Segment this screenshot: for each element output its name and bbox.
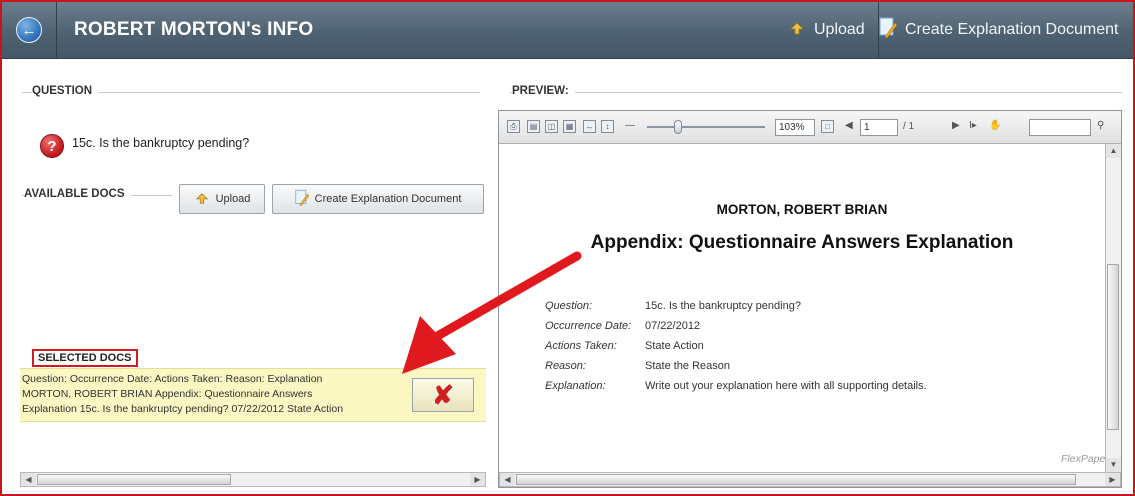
back-button[interactable]: ← <box>2 2 57 58</box>
preview-divider <box>510 92 1122 93</box>
select-text-icon[interactable]: I▸ <box>969 120 977 131</box>
fullscreen-icon[interactable]: □ <box>821 120 834 133</box>
fit-height-icon[interactable]: ↕ <box>601 120 614 133</box>
preview-caption: PREVIEW: <box>512 85 575 97</box>
page-number-input[interactable]: 1 <box>860 119 898 136</box>
doc-row-key: Actions Taken: <box>545 340 617 352</box>
upload-icon <box>788 20 806 41</box>
doc-row-value: 15c. Is the bankruptcy pending? <box>645 300 801 312</box>
scroll-down-arrow-icon[interactable]: ▼ <box>1106 458 1121 472</box>
thumbnail-icon[interactable]: ▦ <box>563 120 576 133</box>
remove-doc-button[interactable]: ✘ <box>412 378 474 412</box>
scroll-left-arrow-icon[interactable]: ◀ <box>500 473 515 486</box>
zoom-slider-track[interactable] <box>647 126 765 128</box>
two-page-icon[interactable]: ◫ <box>545 120 558 133</box>
document-page: MORTON, ROBERT BRIAN Appendix: Questionn… <box>499 144 1109 472</box>
selected-doc-line: Explanation 15c. Is the bankruptcy pendi… <box>22 403 344 415</box>
header-upload-button[interactable]: Upload <box>788 2 879 58</box>
zoom-input[interactable]: 103% <box>775 119 815 136</box>
scrollbar-thumb[interactable] <box>1107 264 1119 430</box>
doc-row-value: 07/22/2012 <box>645 320 701 332</box>
document-viewer: ⎙ ▤ ◫ ▦ ↔ ↕ — 103% □ ◀ 1 / 1 ▶ I▸ ✋ ⚲ MO… <box>498 110 1122 488</box>
search-icon[interactable]: ⚲ <box>1097 120 1104 131</box>
scroll-up-arrow-icon[interactable]: ▲ <box>1106 144 1121 158</box>
header-create-explanation-button[interactable]: Create Explanation Document <box>879 2 1133 58</box>
viewer-horizontal-scrollbar[interactable]: ◀ ▶ <box>499 472 1121 487</box>
document-title: Appendix: Questionnaire Answers Explanat… <box>590 232 1014 253</box>
scroll-right-arrow-icon[interactable]: ▶ <box>1105 473 1120 486</box>
upload-button-label: Upload <box>215 193 251 205</box>
doc-row-occurrence-date: Occurrence Date: 07/22/2012 <box>545 320 700 332</box>
selected-doc-item[interactable]: Question: Occurrence Date: Actions Taken… <box>22 372 402 417</box>
create-explanation-button[interactable]: Create Explanation Document <box>272 184 484 214</box>
doc-row-key: Occurrence Date: <box>545 320 632 332</box>
scrollbar-thumb[interactable] <box>37 474 231 485</box>
doc-row-value: State the Reason <box>645 360 731 372</box>
available-docs-caption: AVAILABLE DOCS <box>24 188 131 200</box>
header-upload-label: Upload <box>814 21 865 38</box>
viewer-vertical-scrollbar[interactable]: ▲ ▼ <box>1105 144 1121 472</box>
doc-row-explanation: Explanation: Write out your explanation h… <box>545 380 927 392</box>
zoom-out-icon[interactable]: — <box>625 120 635 131</box>
question-text: 15c. Is the bankruptcy pending? <box>72 136 250 150</box>
document-person-name: MORTON, ROBERT BRIAN <box>716 202 888 217</box>
flexpaper-watermark: FlexPaper <box>1061 453 1109 465</box>
selected-doc-line: Question: Occurrence Date: Actions Taken… <box>22 373 323 385</box>
page-total: / 1 <box>903 121 915 132</box>
hand-tool-icon[interactable]: ✋ <box>989 120 1001 131</box>
question-mark-icon: ? <box>40 134 64 158</box>
document-edit-icon <box>295 189 309 210</box>
document-edit-icon <box>879 17 898 44</box>
viewer-toolbar: ⎙ ▤ ◫ ▦ ↔ ↕ — 103% □ ◀ 1 / 1 ▶ I▸ ✋ ⚲ <box>499 111 1121 144</box>
page-title: ROBERT MORTON's INFO <box>74 19 314 40</box>
upload-button[interactable]: Upload <box>179 184 265 214</box>
fit-width-icon[interactable]: ↔ <box>583 120 596 133</box>
viewer-search-input[interactable] <box>1029 119 1091 136</box>
doc-row-key: Explanation: <box>545 380 606 392</box>
doc-row-value: State Action <box>645 340 704 352</box>
annotation-arrow-head <box>402 316 456 374</box>
print-icon[interactable]: ⎙ <box>507 120 520 133</box>
app-window: ← ROBERT MORTON's INFO Upload Create Exp… <box>0 0 1135 496</box>
doc-row-key: Question: <box>545 300 593 312</box>
title-bar: ← ROBERT MORTON's INFO Upload Create Exp… <box>2 2 1133 59</box>
zoom-slider-thumb[interactable] <box>674 120 682 134</box>
next-page-icon[interactable]: ▶ <box>952 120 960 131</box>
back-arrow-icon: ← <box>16 17 42 43</box>
doc-row-reason: Reason: State the Reason <box>545 360 730 372</box>
header-create-label: Create Explanation Document <box>905 21 1119 38</box>
doc-row-key: Reason: <box>545 360 586 372</box>
left-horizontal-scrollbar[interactable]: ◀ ▶ <box>20 472 486 487</box>
upload-icon <box>194 191 210 208</box>
single-page-icon[interactable]: ▤ <box>527 120 540 133</box>
red-x-delete-icon: ✘ <box>432 379 454 410</box>
doc-row-value: Write out your explanation here with all… <box>645 380 927 392</box>
selected-docs-caption: SELECTED DOCS <box>32 349 138 367</box>
create-explanation-label: Create Explanation Document <box>314 193 462 205</box>
scrollbar-thumb[interactable] <box>516 474 1076 485</box>
doc-row-actions-taken: Actions Taken: State Action <box>545 340 704 352</box>
scroll-right-arrow-icon[interactable]: ▶ <box>470 473 485 486</box>
selected-doc-line: MORTON, ROBERT BRIAN Appendix: Questionn… <box>22 388 313 400</box>
previous-page-icon[interactable]: ◀ <box>845 120 853 131</box>
question-caption: QUESTION <box>32 85 99 97</box>
scroll-left-arrow-icon[interactable]: ◀ <box>21 473 36 486</box>
doc-row-question: Question: 15c. Is the bankruptcy pending? <box>545 300 801 312</box>
